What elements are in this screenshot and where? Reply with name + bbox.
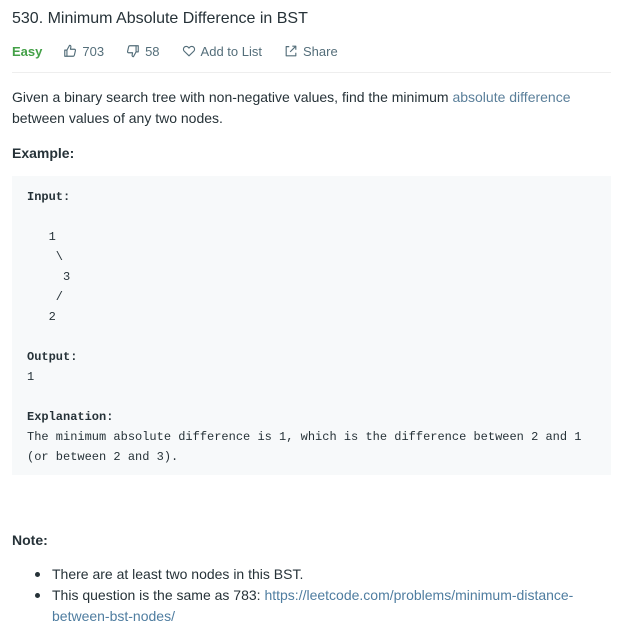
description-text-before: Given a binary search tree with non-nega… [12, 89, 453, 105]
thumbs-up-icon [64, 44, 77, 57]
problem-title: 530. Minimum Absolute Difference in BST [12, 10, 308, 27]
example-label: Example: [12, 145, 75, 161]
input-label: Input: [27, 190, 71, 204]
note-item-prefix: This question is the same as 783: [52, 587, 265, 603]
note-item: There are at least two nodes in this BST… [12, 564, 592, 585]
heart-icon [182, 45, 195, 57]
share-icon [285, 45, 297, 57]
difficulty-badge: Easy [12, 43, 43, 59]
absolute-difference-link[interactable]: absolute difference [452, 89, 570, 105]
problem-meta-bar: Easy 703 58 Add to List Share [12, 40, 611, 62]
output-label: Output: [27, 350, 78, 364]
dislike-count: 58 [145, 43, 160, 59]
output-value: 1 [27, 370, 35, 384]
thumbs-down-icon [127, 45, 139, 58]
bullet-icon [35, 572, 40, 577]
note-label: Note: [12, 532, 48, 548]
problem-description: Given a binary search tree with non-nega… [12, 87, 602, 129]
note-list: There are at least two nodes in this BST… [12, 564, 592, 627]
share-button[interactable]: Share [284, 44, 338, 59]
bullet-icon [35, 593, 40, 598]
dislike-button[interactable]: 58 [126, 43, 160, 59]
example-code-block: Input: 1 \ 3 / 2 Output: 1 Explanation: … [12, 176, 611, 475]
like-button[interactable]: 703 [63, 44, 104, 59]
tree-diagram: 1 \ 3 / 2 [48, 230, 71, 324]
note-item: This question is the same as 783: https:… [12, 585, 592, 627]
add-to-list-label: Add to List [200, 43, 262, 59]
like-count: 703 [82, 43, 105, 59]
explanation-text: The minimum absolute difference is 1, wh… [27, 430, 582, 464]
note-item-text: There are at least two nodes in this BST… [52, 566, 304, 582]
description-text-after: between values of any two nodes. [12, 110, 223, 126]
header-divider [12, 72, 611, 73]
add-to-list-button[interactable]: Add to List [182, 44, 262, 59]
share-label: Share [302, 43, 338, 59]
explanation-label: Explanation: [27, 410, 114, 424]
problem-container: 530. Minimum Absolute Difference in BST … [12, 0, 611, 475]
